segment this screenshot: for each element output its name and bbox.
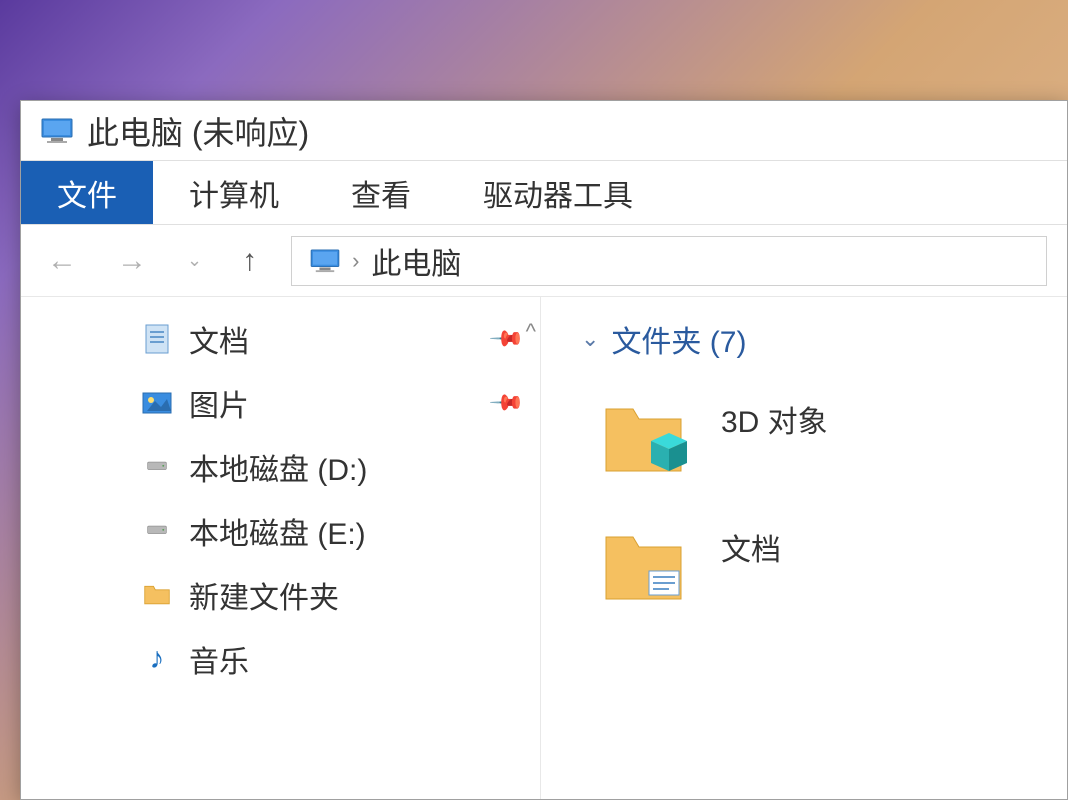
breadcrumb-separator-icon: › — [352, 248, 359, 274]
collapse-caret-icon[interactable]: ^ — [526, 319, 536, 345]
sidebar-item-new-folder[interactable]: 新建文件夹 — [21, 563, 540, 627]
music-icon: ♪ — [141, 643, 173, 675]
nav-forward-icon[interactable]: → — [111, 244, 153, 278]
pin-icon: 📌 — [487, 384, 525, 422]
folder-item-3d-objects[interactable]: 3D 对象 — [571, 385, 1037, 513]
menu-computer[interactable]: 计算机 — [153, 161, 315, 224]
chevron-down-icon: ⌄ — [581, 326, 599, 352]
drive-icon — [141, 515, 173, 547]
folder-group-header[interactable]: ⌄ 文件夹 (7) — [581, 317, 1037, 361]
sidebar-item-label: 图片 — [189, 381, 249, 425]
menubar: 文件 计算机 查看 驱动器工具 — [21, 161, 1067, 225]
documents-folder-icon — [601, 521, 691, 611]
nav-up-icon[interactable]: ↑ — [236, 244, 263, 278]
sidebar-item-label: 音乐 — [189, 637, 249, 681]
3d-objects-icon — [601, 393, 691, 483]
group-header-label: 文件夹 (7) — [611, 317, 746, 361]
folder-label: 文档 — [721, 525, 781, 569]
menu-file[interactable]: 文件 — [21, 161, 153, 224]
folder-item-documents[interactable]: 文档 — [571, 513, 1037, 641]
window-title: 此电脑 (未响应) — [87, 108, 309, 154]
menu-view[interactable]: 查看 — [315, 161, 447, 224]
sidebar-item-label: 本地磁盘 (D:) — [189, 445, 367, 489]
explorer-window: 此电脑 (未响应) 文件 计算机 查看 驱动器工具 ← → ⌄ ↑ › 此电脑 — [20, 100, 1068, 800]
sidebar-item-documents[interactable]: 文档 📌 ^ — [21, 307, 540, 371]
sidebar-item-disk-e[interactable]: 本地磁盘 (E:) — [21, 499, 540, 563]
breadcrumb-location[interactable]: 此电脑 — [371, 239, 461, 283]
pin-icon: 📌 — [487, 320, 525, 358]
sidebar-item-disk-d[interactable]: 本地磁盘 (D:) — [21, 435, 540, 499]
breadcrumb-this-pc-icon — [310, 249, 340, 273]
body-area: 文档 📌 ^ 图片 📌 — [21, 297, 1067, 799]
sidebar-item-pictures[interactable]: 图片 📌 — [21, 371, 540, 435]
drive-icon — [141, 451, 173, 483]
content-pane: ⌄ 文件夹 (7) 3D 对象 — [541, 297, 1067, 799]
sidebar-item-label: 新建文件夹 — [189, 573, 339, 617]
pictures-icon — [141, 387, 173, 419]
titlebar: 此电脑 (未响应) — [21, 101, 1067, 161]
folder-icon — [141, 579, 173, 611]
folder-label: 3D 对象 — [721, 397, 828, 441]
sidebar-item-music[interactable]: ♪ 音乐 — [21, 627, 540, 691]
document-icon — [141, 323, 173, 355]
breadcrumb[interactable]: › 此电脑 — [291, 236, 1047, 286]
navbar: ← → ⌄ ↑ › 此电脑 — [21, 225, 1067, 297]
nav-recent-dropdown-icon[interactable]: ⌄ — [181, 250, 208, 271]
sidebar: 文档 📌 ^ 图片 📌 — [21, 297, 541, 799]
sidebar-item-label: 本地磁盘 (E:) — [189, 509, 366, 553]
nav-back-icon[interactable]: ← — [41, 244, 83, 278]
sidebar-item-label: 文档 — [189, 317, 249, 361]
this-pc-icon — [41, 118, 73, 144]
menu-drive-tools[interactable]: 驱动器工具 — [447, 161, 669, 224]
